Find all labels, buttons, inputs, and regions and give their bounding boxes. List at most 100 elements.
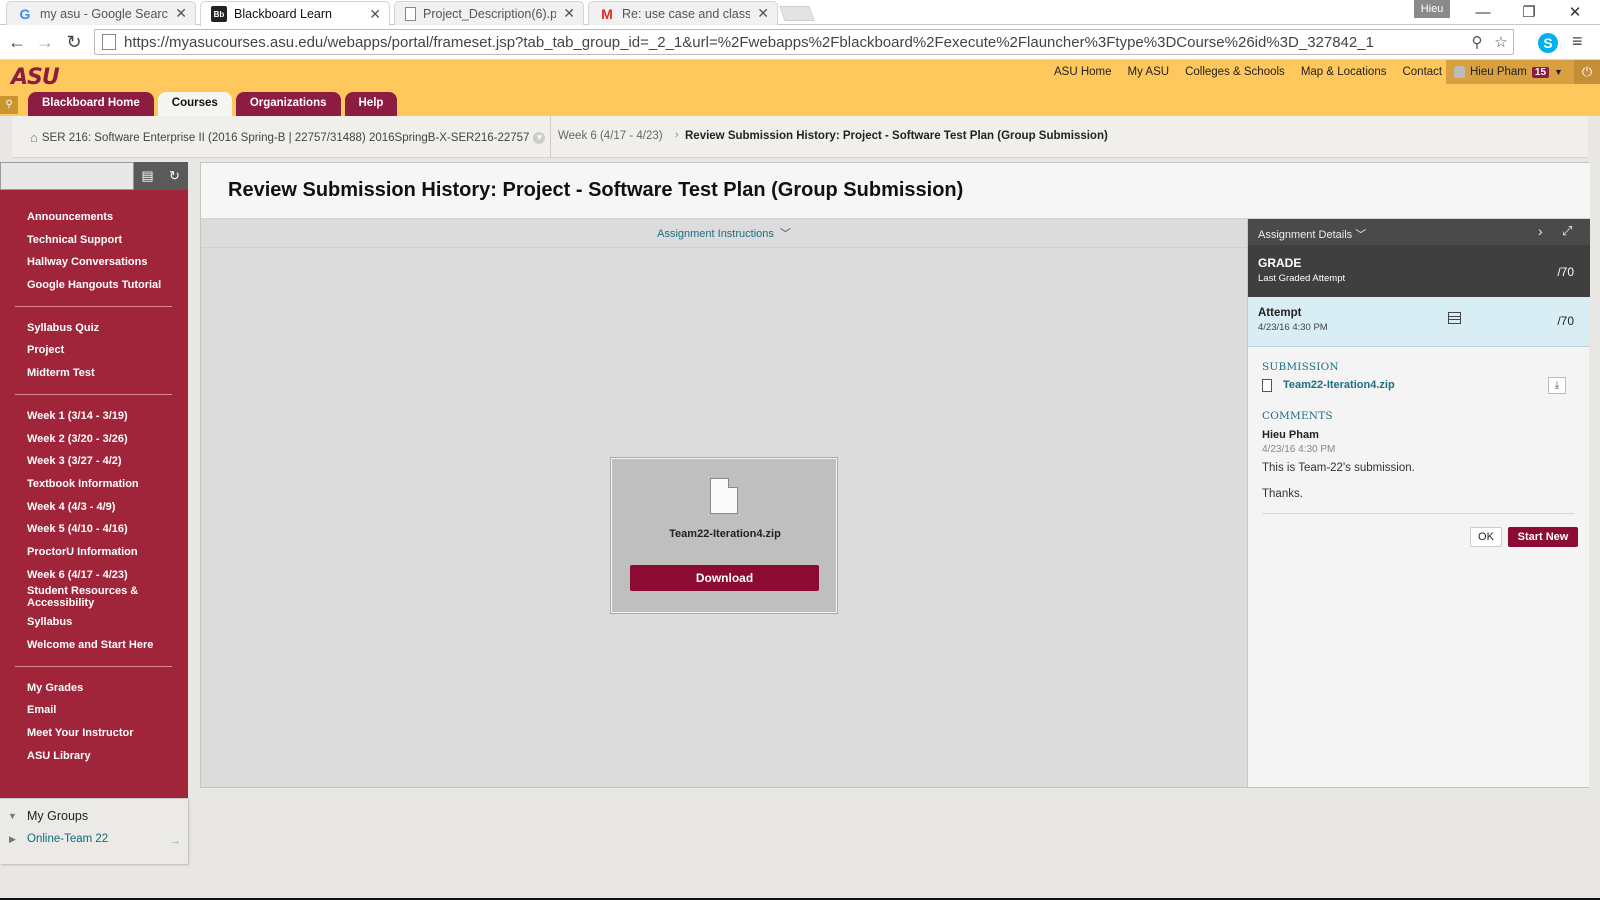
course-menu-item-week-1-3-14-3-19[interactable]: Week 1 (3/14 - 3/19): [0, 405, 188, 428]
attempt-date: 4/23/16 4:30 PM: [1258, 322, 1328, 333]
top-links: ASU Home My ASU Colleges & Schools Map &…: [1046, 66, 1467, 78]
quick-links-icon[interactable]: ⚲: [0, 96, 18, 114]
submission-file-link[interactable]: Team22-Iteration4.zip: [1283, 379, 1395, 391]
chevron-down-icon[interactable]: ▼: [533, 131, 546, 144]
course-menu-item-week-5-4-10-4-16[interactable]: Week 5 (4/10 - 4/16): [0, 518, 188, 541]
user-menu[interactable]: Hieu Pham 15 ▼: [1446, 60, 1574, 84]
course-menu-item-week-6-4-17-4-23[interactable]: Week 6 (4/17 - 4/23): [0, 564, 188, 587]
tab-help[interactable]: Help: [344, 92, 398, 116]
link-asu-home[interactable]: ASU Home: [1046, 66, 1120, 78]
triangle-down-icon[interactable]: ▼: [8, 811, 17, 821]
minimize-icon[interactable]: —: [1460, 0, 1506, 24]
course-menu-search-input[interactable]: [0, 162, 134, 190]
course-menu-item-google-hangouts-tutorial[interactable]: Google Hangouts Tutorial: [0, 274, 188, 297]
assignment-instructions-toggle[interactable]: Assignment Instructions ﹀: [201, 220, 1247, 248]
course-menu-item-project[interactable]: Project: [0, 339, 188, 362]
tab-courses[interactable]: Courses: [157, 92, 232, 116]
grade-value: /70: [1557, 265, 1574, 279]
arrow-right-icon[interactable]: →: [170, 835, 181, 847]
breadcrumb-course-label: SER 216: Software Enterprise II (2016 Sp…: [41, 131, 530, 144]
assignment-details-toggle[interactable]: Assignment Details ﹀: [1258, 226, 1366, 242]
chevron-down-icon: ▼: [1554, 67, 1563, 77]
close-icon[interactable]: ✕: [563, 5, 575, 22]
search-icon[interactable]: ⚲: [1465, 33, 1489, 51]
browser-tab-gmail[interactable]: M Re: use case and class dia ✕: [588, 1, 778, 25]
start-new-button[interactable]: Start New: [1508, 527, 1578, 547]
course-menu-item-syllabus[interactable]: Syllabus: [0, 611, 188, 634]
breadcrumb-course[interactable]: ⌂ SER 216: Software Enterprise II (2016 …: [30, 130, 546, 145]
link-colleges-schools[interactable]: Colleges & Schools: [1177, 66, 1293, 78]
course-menu-item-week-4-4-3-4-9[interactable]: Week 4 (4/3 - 4/9): [0, 496, 188, 519]
restore-icon[interactable]: ❐: [1506, 0, 1552, 24]
course-menu-item-student-resources-accessibility[interactable]: Student Resources & Accessibility: [0, 586, 188, 611]
close-icon[interactable]: ✕: [369, 6, 381, 23]
profile-chip[interactable]: Hieu: [1414, 0, 1450, 18]
forward-arrow-icon[interactable]: →: [33, 31, 57, 53]
close-icon[interactable]: ✕: [175, 5, 187, 22]
fullscreen-icon[interactable]: ⤢: [1562, 223, 1572, 239]
main-tabs: Blackboard Home Courses Organizations He…: [28, 92, 398, 116]
address-bar[interactable]: https://myasucourses.asu.edu/webapps/por…: [94, 29, 1514, 55]
notification-badge[interactable]: 15: [1531, 66, 1550, 78]
comments-heading: COMMENTS: [1262, 410, 1333, 422]
ok-button[interactable]: OK: [1470, 527, 1502, 547]
browser-tab-blackboard[interactable]: Bb Blackboard Learn ✕: [200, 1, 390, 26]
attempt-row[interactable]: Attempt 4/23/16 4:30 PM /70: [1248, 297, 1590, 347]
course-menu-item-asu-library[interactable]: ASU Library: [0, 745, 188, 768]
tab-organizations[interactable]: Organizations: [235, 92, 341, 116]
reload-icon[interactable]: ↻: [62, 31, 86, 53]
grade-summary: GRADE Last Graded Attempt /70: [1248, 245, 1590, 297]
course-menu-item-week-2-3-20-3-26[interactable]: Week 2 (3/20 - 3/26): [0, 428, 188, 451]
my-groups-title[interactable]: My Groups: [27, 809, 88, 823]
new-tab-button[interactable]: [779, 6, 815, 21]
folder-view-icon[interactable]: ▤: [134, 162, 161, 190]
logout-power-icon[interactable]: ⏻: [1574, 60, 1600, 84]
download-icon[interactable]: ⤓: [1548, 377, 1566, 394]
course-menu-item-email[interactable]: Email: [0, 699, 188, 722]
browser-tab-pdf[interactable]: Project_Description(6).pdf ✕: [394, 1, 584, 25]
skype-icon[interactable]: S: [1538, 33, 1558, 53]
grade-subtitle: Last Graded Attempt: [1258, 273, 1346, 284]
course-menu-item-my-grades[interactable]: My Grades: [0, 677, 188, 700]
course-menu-item-announcements[interactable]: Announcements: [0, 206, 188, 229]
course-menu: ▤ ↻ Announcements Technical Support Hallwa…: [0, 162, 188, 800]
group-link-online-team-22[interactable]: Online-Team 22: [27, 833, 108, 845]
download-button[interactable]: Download: [630, 565, 819, 591]
star-icon[interactable]: ☆: [1489, 33, 1513, 51]
comment-author: Hieu Pham: [1262, 429, 1319, 441]
breadcrumb-current: Review Submission History: Project - Sof…: [685, 130, 1108, 142]
course-menu-item-syllabus-quiz[interactable]: Syllabus Quiz: [0, 317, 188, 340]
link-map-locations[interactable]: Map & Locations: [1293, 66, 1395, 78]
course-menu-item-proctoru-information[interactable]: ProctorU Information: [0, 541, 188, 564]
content-area: Review Submission History: Project - Sof…: [200, 162, 1590, 788]
course-menu-item-midterm-test[interactable]: Midterm Test: [0, 362, 188, 385]
url-text[interactable]: https://myasucourses.asu.edu/webapps/por…: [124, 34, 1465, 51]
browser-menu-icon[interactable]: ≡: [1572, 31, 1583, 52]
course-menu-item-welcome-and-start-here[interactable]: Welcome and Start Here: [0, 634, 188, 657]
back-arrow-icon[interactable]: ←: [5, 31, 29, 53]
calculator-icon[interactable]: [1448, 312, 1461, 324]
course-menu-item-week-3-3-27-4-2[interactable]: Week 3 (3/27 - 4/2): [0, 450, 188, 473]
user-avatar-icon: [1454, 66, 1465, 78]
divider: [1262, 513, 1574, 514]
page-title: Review Submission History: Project - Sof…: [228, 179, 964, 201]
link-my-asu[interactable]: My ASU: [1120, 66, 1178, 78]
breadcrumb: ⌂ SER 216: Software Enterprise II (2016 …: [12, 116, 1588, 158]
attempt-value: /70: [1557, 314, 1574, 328]
course-menu-item-meet-your-instructor[interactable]: Meet Your Instructor: [0, 722, 188, 745]
file-icon: [710, 478, 738, 514]
tab-blackboard-home[interactable]: Blackboard Home: [28, 92, 154, 116]
chevron-right-icon[interactable]: ›: [1538, 223, 1543, 239]
triangle-right-icon[interactable]: ▶: [9, 834, 16, 845]
content-header: Review Submission History: Project - Sof…: [201, 163, 1590, 219]
close-window-icon[interactable]: ✕: [1552, 0, 1598, 24]
browser-tab-google-search[interactable]: G my asu - Google Search ✕: [6, 1, 196, 25]
close-icon[interactable]: ✕: [757, 5, 769, 22]
asu-logo[interactable]: ASU: [11, 65, 60, 90]
browser-toolbar: ← → ↻ https://myasucourses.asu.edu/webap…: [0, 25, 1600, 60]
breadcrumb-week[interactable]: Week 6 (4/17 - 4/23): [558, 130, 663, 142]
refresh-icon[interactable]: ↻: [161, 162, 188, 190]
course-menu-item-hallway-conversations[interactable]: Hallway Conversations: [0, 251, 188, 274]
course-menu-item-technical-support[interactable]: Technical Support: [0, 229, 188, 252]
course-menu-item-textbook-information[interactable]: Textbook Information: [0, 473, 188, 496]
